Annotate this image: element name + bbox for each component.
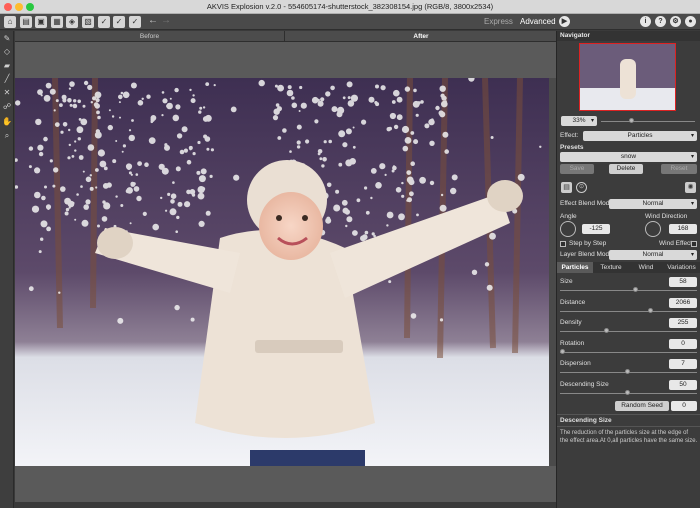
param-slider-track[interactable] [560, 331, 697, 332]
param-slider-knob[interactable] [604, 328, 609, 333]
zoom-icon[interactable]: ⌕ [2, 131, 12, 141]
param-value[interactable]: 255 [669, 318, 697, 328]
crop-icon[interactable]: ✕ [2, 88, 12, 98]
param-value[interactable]: 50 [669, 380, 697, 390]
param-value[interactable]: 2066 [669, 298, 697, 308]
param-slider-track[interactable] [560, 311, 697, 312]
param-value[interactable]: 0 [669, 339, 697, 349]
zoom-dropdown[interactable]: 33% [561, 116, 597, 126]
wind-effect-checkbox[interactable] [691, 241, 697, 247]
bell-icon[interactable]: ● [685, 16, 696, 27]
param-slider-knob[interactable] [560, 349, 565, 354]
wind-direction-dial[interactable] [645, 221, 661, 237]
save-preset-button[interactable]: Save [560, 164, 594, 174]
tab-texture[interactable]: Texture [593, 262, 629, 273]
effect-dropdown[interactable]: Particles [583, 131, 697, 141]
target-icon[interactable]: ⊙ [576, 182, 587, 193]
param-slider-knob[interactable] [648, 308, 653, 313]
horizontal-scrollbar[interactable] [15, 502, 556, 508]
before-after-tabs: Before After [15, 31, 556, 42]
param-tabs: Particles Texture Wind Variations [557, 262, 700, 273]
run-icon[interactable]: ▶ [559, 16, 570, 27]
wind-direction-label: Wind Direction [645, 213, 688, 220]
step-by-step-label: Step by Step [569, 240, 607, 247]
param-value[interactable]: 58 [669, 277, 697, 287]
help-icon[interactable]: ? [655, 16, 666, 27]
presets-dropdown[interactable]: snow [560, 152, 697, 162]
image-canvas[interactable] [15, 78, 549, 466]
param-slider-track[interactable] [560, 290, 697, 291]
tab-variations[interactable]: Variations [663, 262, 700, 273]
undo-icon[interactable]: ← [148, 15, 158, 26]
pencil-icon[interactable]: ╱ [2, 74, 12, 84]
eraser-icon[interactable]: ▰ [2, 61, 12, 71]
photo-preview [15, 78, 549, 466]
save-file-icon[interactable]: ▣ [35, 16, 47, 28]
angle-dial[interactable] [560, 221, 576, 237]
effect-blend-dropdown[interactable]: Normal [609, 199, 697, 209]
param-label: Descending Size [560, 381, 609, 388]
settings-gear-icon[interactable]: ⚙ [670, 16, 681, 27]
reset-preset-button[interactable]: Reset [661, 164, 697, 174]
apply-all-icon[interactable]: ✓ [113, 16, 125, 28]
layer-blend-dropdown[interactable]: Normal [609, 250, 697, 260]
effect-label: Effect: [560, 132, 579, 139]
share-icon[interactable]: ◈ [66, 16, 78, 28]
lasso-icon[interactable]: ◇ [2, 47, 12, 57]
param-label: Density [560, 319, 582, 326]
check-icon[interactable]: ✓ [129, 16, 141, 28]
tab-particles[interactable]: Particles [557, 262, 593, 273]
settings-panel: Navigator 33% Effect: Particles Presets … [556, 31, 700, 508]
param-value[interactable]: 7 [669, 359, 697, 369]
window-title: AKVIS Explosion v.2.0 - 554605174-shutte… [206, 2, 494, 11]
param-slider-knob[interactable] [633, 287, 638, 292]
wind-effect-label: Wind Effect [659, 240, 693, 247]
smudge-icon[interactable]: ☍ [2, 102, 12, 112]
home-icon[interactable]: ⌂ [4, 16, 16, 28]
hand-icon[interactable]: ✋ [2, 117, 12, 127]
hint-text: The reduction of the particles size at t… [560, 430, 698, 444]
effect-blend-label: Effect Blend Mode [560, 200, 613, 207]
mode-express[interactable]: Express [484, 14, 513, 30]
main-toolbar: ⌂ ▤ ▣ ▦ ◈ ▧ ✓ ✓ ✓ ← → Express Advanced ▶… [0, 14, 700, 30]
info-icon[interactable]: i [640, 16, 651, 27]
param-label: Distance [560, 299, 586, 306]
zoom-slider-track[interactable] [601, 121, 695, 122]
print-icon[interactable]: ▦ [51, 16, 63, 28]
redo-icon[interactable]: → [161, 15, 171, 26]
angle-value[interactable]: -125 [582, 224, 610, 234]
apply-icon[interactable]: ✓ [98, 16, 110, 28]
param-label: Rotation [560, 340, 585, 347]
burst-icon[interactable]: ✺ [685, 182, 696, 193]
wind-direction-value[interactable]: 168 [669, 224, 697, 234]
brush-icon[interactable]: ✎ [2, 34, 12, 44]
step-by-step-checkbox[interactable] [560, 241, 566, 247]
param-slider-track[interactable] [560, 352, 697, 353]
tool-panel: ✎ ◇ ▰ ╱ ✕ ☍ ✋ ⌕ [0, 31, 14, 508]
layer-blend-label: Layer Blend Mode [560, 251, 613, 258]
zoom-slider-knob[interactable] [629, 118, 634, 123]
angle-label: Angle [560, 213, 577, 220]
param-label: Dispersion [560, 360, 591, 367]
hint-title: Descending Size [560, 417, 612, 424]
title-bar: AKVIS Explosion v.2.0 - 554605174-shutte… [0, 0, 700, 14]
batch-icon[interactable]: ▧ [82, 16, 94, 28]
navigator-header: Navigator [557, 31, 700, 41]
mode-advanced[interactable]: Advanced [520, 14, 556, 30]
navigator-thumbnail[interactable] [579, 43, 676, 111]
presets-label: Presets [560, 144, 584, 151]
open-file-icon[interactable]: ▤ [20, 16, 32, 28]
param-label: Size [560, 278, 573, 285]
delete-preset-button[interactable]: Delete [609, 164, 643, 174]
vertical-scrollbar[interactable] [549, 78, 556, 466]
tab-after[interactable]: After [286, 31, 556, 42]
param-slider-knob[interactable] [625, 390, 630, 395]
tab-before[interactable]: Before [15, 31, 285, 42]
document-icon[interactable]: ▤ [561, 182, 572, 193]
random-seed-value[interactable]: 0 [671, 401, 697, 411]
param-slider-knob[interactable] [625, 369, 630, 374]
random-seed-button[interactable]: Random Seed [615, 401, 669, 411]
tab-wind[interactable]: Wind [629, 262, 663, 273]
